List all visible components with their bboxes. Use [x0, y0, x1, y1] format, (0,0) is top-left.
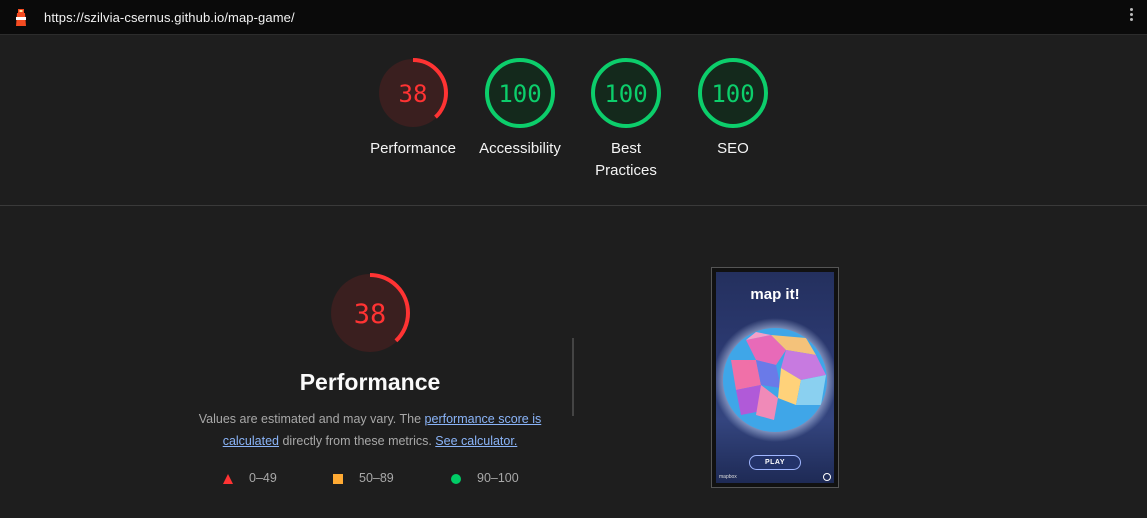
performance-score: 38 — [354, 299, 387, 330]
gauge-score: 100 — [711, 80, 754, 108]
gauge-label-line: Best — [610, 140, 641, 157]
fail-triangle-icon — [223, 474, 233, 484]
gauge-score: 100 — [604, 80, 647, 108]
screenshot-title: map it! — [750, 286, 800, 303]
seo-gauge-ring: 100 — [698, 58, 768, 128]
performance-description: Values are estimated and may vary. The p… — [180, 408, 560, 452]
legend-range: 0–49 — [249, 471, 277, 485]
gauge-label: SEO — [717, 140, 749, 157]
gauge-label: Accessibility — [479, 140, 561, 157]
score-summary: 38 Performance 100 Accessibility 100 Bes… — [0, 57, 1147, 197]
gauge-performance[interactable]: 38 Performance — [358, 57, 468, 160]
performance-title: Performance — [299, 369, 441, 395]
vertical-divider — [572, 338, 574, 416]
gauge-score: 38 — [399, 80, 428, 108]
gauge-best-practices[interactable]: 100 Best Practices — [571, 57, 681, 182]
gauge-accessibility[interactable]: 100 Accessibility — [465, 57, 575, 160]
url-bar: https://szilvia-csernus.github.io/map-ga… — [0, 0, 1147, 35]
gauge-score: 100 — [498, 80, 541, 108]
page-url[interactable]: https://szilvia-csernus.github.io/map-ga… — [44, 10, 295, 25]
lighthouse-icon — [16, 9, 26, 26]
section-divider — [0, 205, 1147, 206]
play-button: PLAY — [749, 455, 801, 470]
accessibility-gauge-ring: 100 — [485, 58, 555, 128]
gauge-label: Best Practices — [571, 138, 681, 182]
performance-big-gauge: 38 — [330, 273, 410, 353]
pass-circle-icon — [451, 474, 461, 484]
average-square-icon — [333, 474, 343, 484]
final-screenshot[interactable]: map it! PLAY mapbox — [711, 267, 839, 488]
more-options-icon[interactable] — [1128, 8, 1134, 28]
gauge-seo[interactable]: 100 SEO — [678, 57, 788, 160]
see-calculator-link[interactable]: See calculator. — [435, 434, 517, 448]
legend-range: 50–89 — [359, 471, 394, 485]
desc-text: Values are estimated and may vary. The — [198, 412, 425, 426]
desc-text: directly from these metrics. — [279, 434, 436, 448]
legend-range: 90–100 — [477, 471, 519, 485]
gauge-label: Performance — [370, 140, 456, 157]
performance-gauge-ring: 38 — [378, 58, 448, 128]
best-practices-gauge-ring: 100 — [591, 58, 661, 128]
info-circle-icon — [823, 473, 831, 481]
gauge-label-line: Practices — [595, 162, 657, 179]
globe-image — [716, 318, 834, 442]
screenshot-image: map it! PLAY mapbox — [716, 272, 834, 483]
mapbox-attribution: mapbox — [719, 474, 737, 480]
